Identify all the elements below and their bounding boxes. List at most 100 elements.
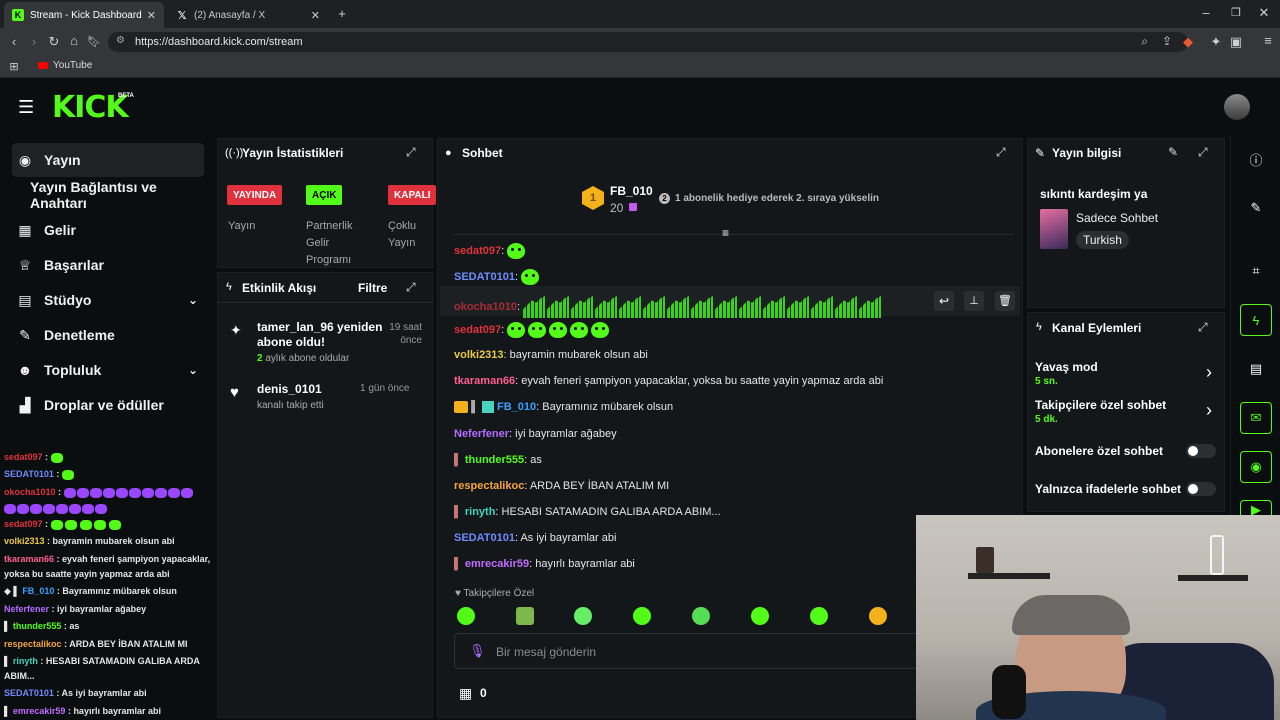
filter-button[interactable]: Filtre [358, 281, 387, 295]
emote-button[interactable] [516, 607, 534, 625]
avatar[interactable] [1224, 94, 1250, 120]
sidebar-item-topluluk[interactable]: ☻ Topluluk ⌄ [12, 353, 204, 387]
emote-button[interactable] [810, 607, 828, 625]
side-chat-line: ▌ thunder555 : as [4, 621, 80, 631]
chevron-down-icon: ⌄ [187, 293, 198, 307]
hamburger-menu-icon[interactable]: ☰ [18, 97, 34, 118]
sidebar-item-label: Stüdyo [44, 292, 92, 308]
sidebar-item-yayin[interactable]: ◉ Yayın [12, 143, 204, 177]
sidebar-item-denetleme[interactable]: ✎ Denetleme [12, 318, 204, 352]
expand-icon[interactable]: ⤢ [1198, 320, 1208, 335]
chat-icon[interactable]: ✉ [1240, 402, 1272, 434]
studio-icon: ▤ [18, 291, 32, 308]
sidebar-item-stream-key[interactable]: Yayın Bağlantısı ve Anahtarı [30, 178, 214, 212]
chat-message[interactable]: okocha1010: [454, 296, 883, 318]
chat-message[interactable]: ▌ thunder555: as [454, 453, 542, 467]
chat-message[interactable]: SEDAT0101: As iyi bayramlar abi [454, 531, 616, 545]
close-tab-icon[interactable]: ✕ [311, 9, 320, 22]
edit-icon[interactable]: ✎ [1168, 145, 1178, 159]
side-chat-line: SEDAT0101 : [4, 469, 74, 480]
gifter-name[interactable]: FB_010 [610, 184, 653, 198]
forward-icon[interactable]: › [26, 35, 42, 49]
close-window-icon[interactable]: ✕ [1256, 6, 1272, 20]
subscribers-only-toggle[interactable] [1186, 444, 1216, 458]
document-icon[interactable]: ▤ [1240, 353, 1272, 385]
brave-shield-icon[interactable]: ◆ [1180, 35, 1196, 49]
emote-button[interactable] [869, 607, 887, 625]
expand-icon[interactable]: ⤢ [996, 145, 1006, 160]
chat-message[interactable]: ▌ emrecakir59: hayırlı bayramlar abi [454, 557, 635, 571]
chat-message[interactable]: SEDAT0101: [454, 269, 540, 285]
tab-kick-dashboard[interactable]: K Stream - Kick Dashboard ✕ [4, 2, 164, 28]
emote-button[interactable] [692, 607, 710, 625]
chat-message[interactable]: volki2313: bayramin mubarek olsun abi [454, 348, 648, 362]
emote-button[interactable] [574, 607, 592, 625]
action-value: 5 dk. [1035, 414, 1058, 425]
crop-icon[interactable]: ⌗ [1240, 255, 1272, 287]
close-tab-icon[interactable]: ✕ [147, 9, 156, 22]
maximize-icon[interactable]: ❐ [1228, 6, 1244, 20]
tab-title: (2) Anasayfa / X [194, 9, 266, 21]
new-tab-icon[interactable]: + [334, 7, 350, 21]
emote-button[interactable] [457, 607, 475, 625]
category-name[interactable]: Sadece Sohbet [1076, 211, 1158, 225]
sidebar-item-droplar[interactable]: ▟ Droplar ve ödüller [12, 388, 204, 422]
side-chat-line: okocha1010 : [4, 487, 194, 498]
side-chat-line: yoksa bu saatte yayin yapmaz arda abi [4, 569, 170, 579]
expand-icon[interactable]: ⤢ [1198, 145, 1208, 160]
bookmark-youtube[interactable]: YouTube [38, 60, 92, 71]
followers-only-row[interactable]: Takipçilere özel sohbet 5 dk. › [1035, 396, 1220, 428]
site-info-icon[interactable]: ⚙ [116, 35, 125, 46]
sidebar-toggle-icon[interactable]: ▣ [1228, 35, 1244, 49]
chat-bubble-icon: ● [445, 147, 452, 159]
slow-mode-row[interactable]: Yavaş mod 5 sn. › [1035, 358, 1220, 390]
broadcast-icon[interactable]: ◉ [1240, 451, 1272, 483]
emote-button[interactable] [751, 607, 769, 625]
kick-logo[interactable]: KICK [52, 90, 129, 125]
expand-icon[interactable]: ⤢ [406, 280, 416, 295]
kick-icon: K [12, 9, 24, 21]
edit-icon[interactable]: ✎ [1240, 192, 1272, 224]
sidebar-item-label: Yayın [44, 152, 81, 168]
pin-icon[interactable]: ⊥ [964, 291, 984, 311]
emote-button[interactable] [633, 607, 651, 625]
chat-message[interactable]: tkaraman66: eyvah feneri şampiyon yapaca… [454, 374, 883, 388]
sidebar-item-gelir[interactable]: ▦ Gelir [12, 213, 204, 247]
zoom-icon[interactable]: ⌕ [1141, 34, 1148, 49]
chat-message[interactable]: ▌ rinyth: HESABI SATAMADIN GALIBA ARDA A… [454, 505, 721, 519]
gift-hint: 1 abonelik hediye ederek 2. sıraya yükse… [675, 193, 879, 204]
gift-icon [629, 203, 637, 211]
share-icon[interactable]: ⇪ [1162, 34, 1172, 48]
category-thumbnail [1040, 209, 1068, 249]
reload-icon[interactable]: ↻ [46, 35, 62, 49]
chat-input[interactable]: 🎙︎ Bir mesaj gönderin [454, 633, 924, 669]
emote-only-toggle[interactable] [1186, 482, 1216, 496]
microphone-icon[interactable]: 🎙︎ [469, 643, 486, 659]
chat-message[interactable]: sedat097: [454, 322, 610, 338]
minimize-icon[interactable]: – [1198, 6, 1214, 20]
menu-icon[interactable]: ≡ [1260, 34, 1276, 48]
broadcast-icon: ◉ [18, 151, 32, 168]
tab-x[interactable]: 𝕏 (2) Anasayfa / X ✕ [168, 2, 328, 28]
chat-message[interactable]: Neferfener: iyi bayramlar ağabey [454, 427, 617, 441]
expand-icon[interactable]: ⤢ [406, 145, 416, 160]
url-field[interactable]: ⚙ https://dashboard.kick.com/stream ⌕ ⇪ [108, 32, 1188, 52]
stat-label: Partnerlik Gelir Programı [306, 220, 353, 266]
sidebar-item-basarilar[interactable]: ♕ Başarılar [12, 248, 204, 282]
reply-icon[interactable]: ↩ [934, 291, 954, 311]
home-icon[interactable]: ⌂ [66, 34, 82, 48]
extensions-icon[interactable]: ✦ [1208, 35, 1224, 49]
back-icon[interactable]: ‹ [6, 35, 22, 49]
chat-message[interactable]: ▌ FB_010: Bayramınız mübarek olsun [454, 400, 673, 414]
chat-message[interactable]: respectalikoc: ARDA BEY İBAN ATALIM MI [454, 479, 669, 493]
chat-message[interactable]: sedat097: [454, 243, 526, 259]
bookmark-icon[interactable]: 🔖︎ [86, 35, 102, 49]
delete-icon[interactable]: 🗑︎ [995, 291, 1015, 311]
apps-grid-icon[interactable]: ⊞ [6, 60, 22, 74]
info-icon[interactable]: ⓘ [1240, 143, 1272, 175]
sparkle-icon: ✦ [230, 322, 242, 338]
pinned-toggle-icon[interactable]: ≡ [722, 226, 729, 240]
lightning-icon[interactable]: ϟ [1240, 304, 1272, 336]
side-chat-line: SEDAT0101 : As iyi bayramlar abi [4, 688, 147, 698]
sidebar-item-studyo[interactable]: ▤ Stüdyo ⌄ [12, 283, 204, 317]
